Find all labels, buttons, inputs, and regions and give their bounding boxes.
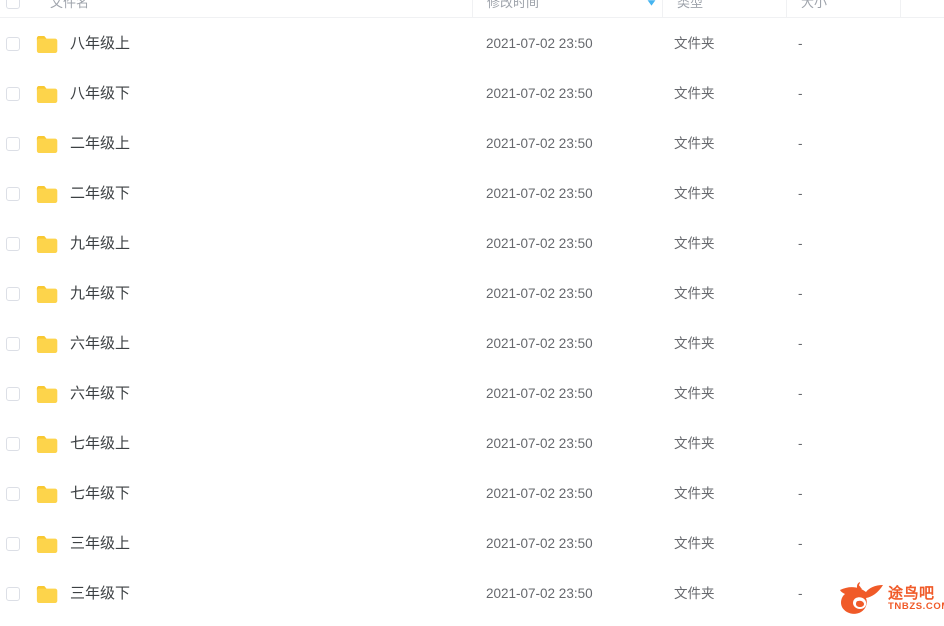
row-checkbox[interactable]	[6, 187, 20, 201]
file-size: -	[798, 36, 803, 51]
file-type: 文件夹	[674, 36, 715, 51]
table-row[interactable]: 九年级下 2021-07-02 23:50 文件夹 -	[0, 269, 944, 319]
file-list-header: 文件名 修改时间 类型 大小	[0, 0, 944, 18]
file-name[interactable]: 六年级上	[70, 319, 130, 369]
table-row[interactable]: 九年级上 2021-07-02 23:50 文件夹 -	[0, 219, 944, 269]
file-type: 文件夹	[674, 386, 715, 401]
row-checkbox[interactable]	[6, 437, 20, 451]
folder-icon	[36, 435, 58, 454]
file-name[interactable]: 三年级上	[70, 519, 130, 569]
row-checkbox[interactable]	[6, 487, 20, 501]
table-row[interactable]: 六年级下 2021-07-02 23:50 文件夹 -	[0, 369, 944, 419]
table-row[interactable]: 二年级上 2021-07-02 23:50 文件夹 -	[0, 119, 944, 169]
file-size: -	[798, 536, 803, 551]
file-size: -	[798, 486, 803, 501]
row-checkbox[interactable]	[6, 137, 20, 151]
file-type: 文件夹	[674, 336, 715, 351]
row-checkbox[interactable]	[6, 337, 20, 351]
file-size: -	[798, 336, 803, 351]
file-modified-time: 2021-07-02 23:50	[486, 286, 593, 301]
sort-descending-arrow-icon[interactable]	[645, 0, 658, 9]
folder-icon	[36, 335, 58, 354]
row-checkbox[interactable]	[6, 537, 20, 551]
folder-icon	[36, 235, 58, 254]
row-checkbox[interactable]	[6, 37, 20, 51]
file-modified-time: 2021-07-02 23:50	[486, 336, 593, 351]
file-modified-time: 2021-07-02 23:50	[486, 486, 593, 501]
file-modified-time: 2021-07-02 23:50	[486, 586, 593, 601]
table-row[interactable]: 七年级下 2021-07-02 23:50 文件夹 -	[0, 469, 944, 519]
column-header-actions	[900, 0, 944, 18]
file-size: -	[798, 586, 803, 601]
file-name[interactable]: 七年级上	[70, 419, 130, 469]
folder-icon	[36, 185, 58, 204]
file-type: 文件夹	[674, 536, 715, 551]
table-row[interactable]: 八年级上 2021-07-02 23:50 文件夹 -	[0, 19, 944, 69]
file-size: -	[798, 436, 803, 451]
column-header-type[interactable]: 类型	[662, 0, 786, 18]
table-row[interactable]: 八年级下 2021-07-02 23:50 文件夹 -	[0, 69, 944, 119]
column-header-modified-time-label: 修改时间	[487, 0, 540, 10]
file-size: -	[798, 86, 803, 101]
file-name[interactable]: 九年级下	[70, 269, 130, 319]
column-header-size-label: 大小	[801, 0, 828, 10]
file-modified-time: 2021-07-02 23:50	[486, 386, 593, 401]
table-row[interactable]: 三年级下 2021-07-02 23:50 文件夹 -	[0, 569, 944, 619]
file-type: 文件夹	[674, 186, 715, 201]
file-name[interactable]: 六年级下	[70, 369, 130, 419]
file-size: -	[798, 236, 803, 251]
folder-icon	[36, 535, 58, 554]
file-type: 文件夹	[674, 286, 715, 301]
file-modified-time: 2021-07-02 23:50	[486, 36, 593, 51]
file-name[interactable]: 八年级下	[70, 69, 130, 119]
file-modified-time: 2021-07-02 23:50	[486, 186, 593, 201]
file-size: -	[798, 286, 803, 301]
file-type: 文件夹	[674, 436, 715, 451]
folder-icon	[36, 385, 58, 404]
file-type: 文件夹	[674, 486, 715, 501]
file-modified-time: 2021-07-02 23:50	[486, 86, 593, 101]
table-row[interactable]: 六年级上 2021-07-02 23:50 文件夹 -	[0, 319, 944, 369]
column-header-name-label: 文件名	[50, 0, 90, 10]
file-modified-time: 2021-07-02 23:50	[486, 236, 593, 251]
file-modified-time: 2021-07-02 23:50	[486, 436, 593, 451]
row-checkbox[interactable]	[6, 387, 20, 401]
file-name[interactable]: 七年级下	[70, 469, 130, 519]
file-name[interactable]: 九年级上	[70, 219, 130, 269]
file-type: 文件夹	[674, 86, 715, 101]
file-name[interactable]: 三年级下	[70, 569, 130, 619]
folder-icon	[36, 485, 58, 504]
column-header-modified-time[interactable]: 修改时间	[472, 0, 662, 18]
file-size: -	[798, 386, 803, 401]
row-checkbox[interactable]	[6, 287, 20, 301]
file-name[interactable]: 二年级下	[70, 169, 130, 219]
row-checkbox[interactable]	[6, 587, 20, 601]
file-type: 文件夹	[674, 586, 715, 601]
row-checkbox[interactable]	[6, 87, 20, 101]
folder-icon	[36, 35, 58, 54]
column-header-type-label: 类型	[677, 0, 704, 10]
folder-icon	[36, 85, 58, 104]
column-header-name[interactable]: 文件名	[0, 0, 472, 18]
table-row[interactable]: 二年级下 2021-07-02 23:50 文件夹 -	[0, 169, 944, 219]
table-row[interactable]: 七年级上 2021-07-02 23:50 文件夹 -	[0, 419, 944, 469]
file-size: -	[798, 136, 803, 151]
column-header-size[interactable]: 大小	[786, 0, 900, 18]
file-type: 文件夹	[674, 136, 715, 151]
file-modified-time: 2021-07-02 23:50	[486, 136, 593, 151]
file-size: -	[798, 186, 803, 201]
file-modified-time: 2021-07-02 23:50	[486, 536, 593, 551]
table-row[interactable]: 三年级上 2021-07-02 23:50 文件夹 -	[0, 519, 944, 569]
folder-icon	[36, 285, 58, 304]
folder-icon	[36, 135, 58, 154]
row-checkbox[interactable]	[6, 237, 20, 251]
file-name[interactable]: 八年级上	[70, 19, 130, 69]
file-list-body: 八年级上 2021-07-02 23:50 文件夹 - 八年级下 2021-07-02 2…	[0, 19, 944, 619]
file-type: 文件夹	[674, 236, 715, 251]
file-name[interactable]: 二年级上	[70, 119, 130, 169]
folder-icon	[36, 585, 58, 604]
file-list-page: 文件名 修改时间 类型 大小 八年级上 2021-07-02 23:50 文件夹 - 八…	[0, 0, 944, 626]
